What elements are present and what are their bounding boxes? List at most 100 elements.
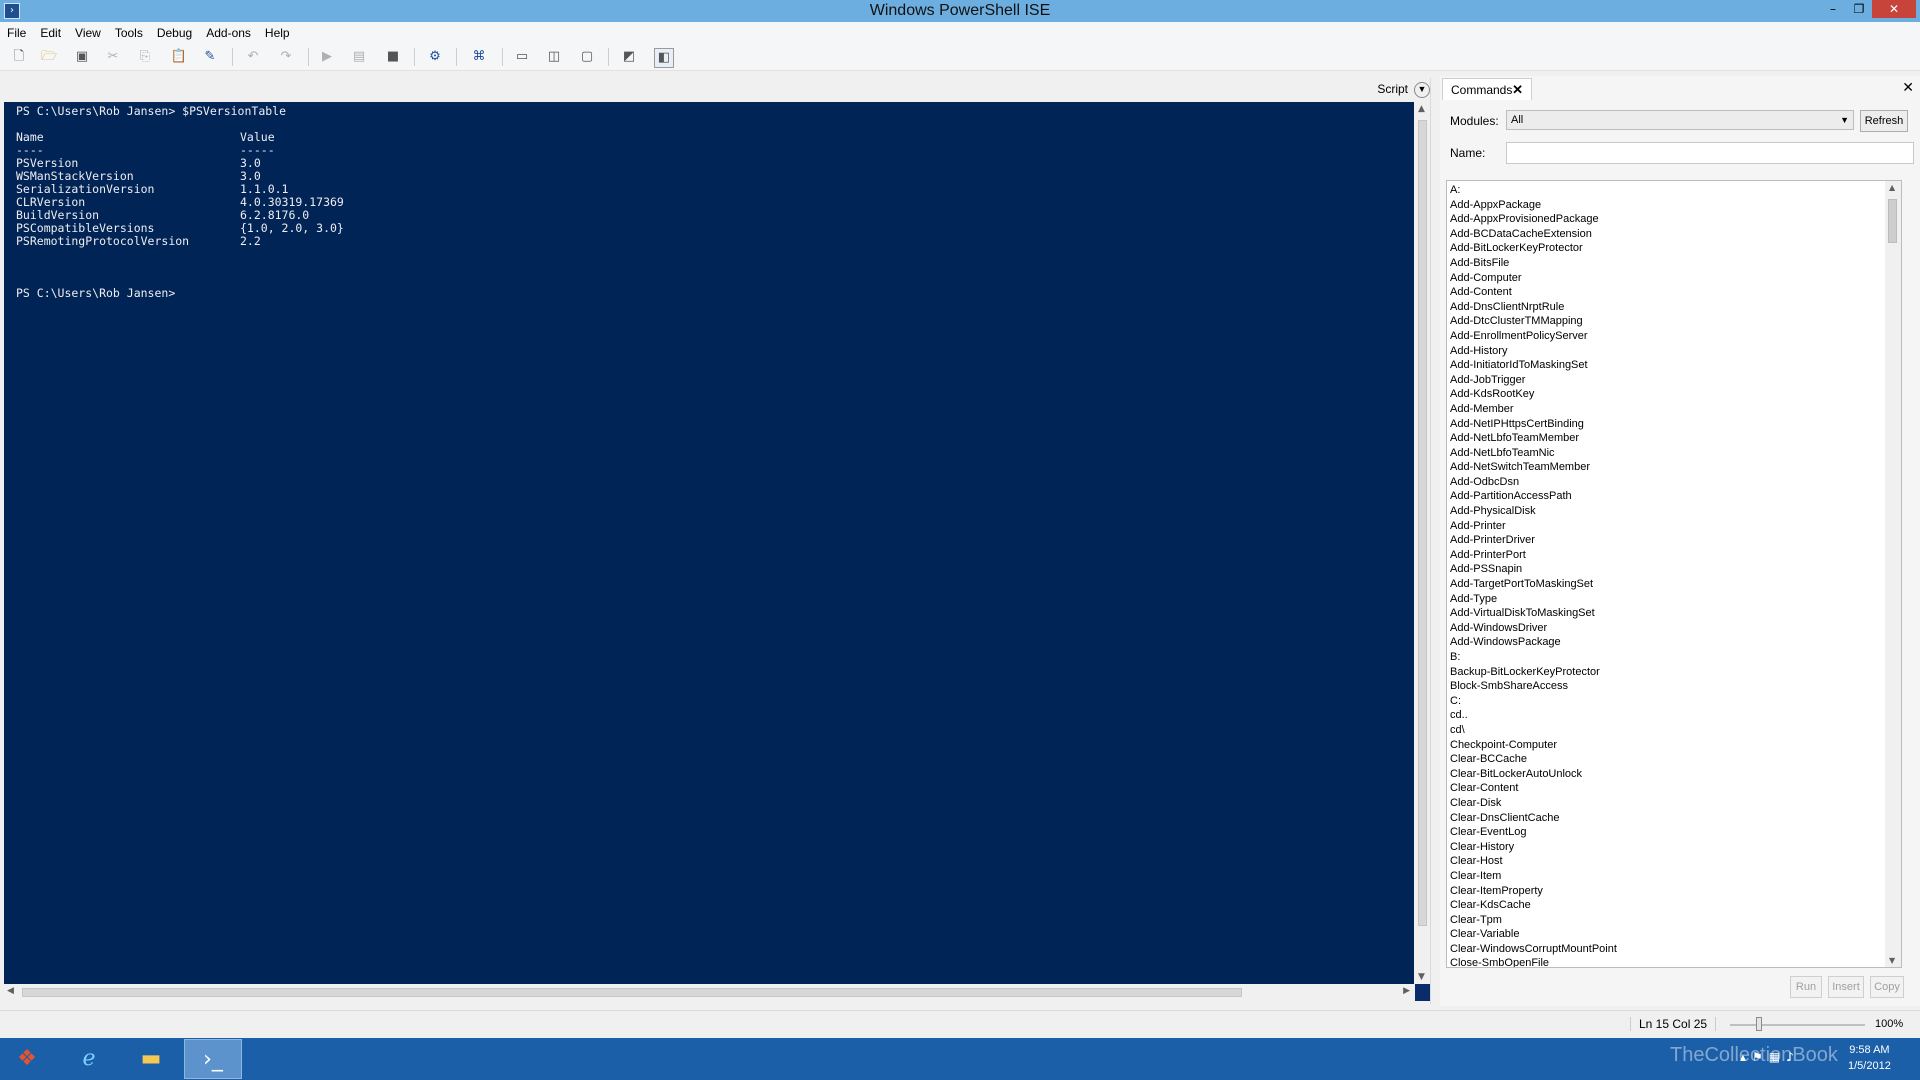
list-item[interactable]: Add-PartitionAccessPath — [1450, 489, 1617, 504]
list-item[interactable]: Clear-KdsCache — [1450, 898, 1617, 913]
start-button[interactable]: ❖ — [0, 1039, 54, 1079]
list-item[interactable]: Add-PhysicalDisk — [1450, 504, 1617, 519]
scroll-thumb[interactable] — [1888, 199, 1897, 243]
volume-icon[interactable]: ♪ — [1786, 1050, 1800, 1064]
list-item[interactable]: Add-Member — [1450, 402, 1617, 417]
list-item[interactable]: A: — [1450, 183, 1617, 198]
command-list[interactable]: A: Add-AppxPackage Add-AppxProvisionedPack… — [1446, 180, 1902, 968]
copy-icon[interactable]: ⎘ — [136, 48, 154, 66]
close-icon[interactable]: ✕ — [1512, 79, 1523, 101]
cut-icon[interactable]: ✂ — [104, 48, 122, 66]
redo-icon[interactable]: ↷ — [277, 48, 295, 66]
list-item[interactable]: Add-WindowsDriver — [1450, 621, 1617, 636]
layout-right-icon[interactable]: ◫ — [545, 48, 563, 66]
paste-icon[interactable]: 📋 — [170, 48, 188, 66]
clock[interactable]: 9:58 AM 1/5/2012 — [1848, 1042, 1891, 1074]
list-item[interactable]: Clear-Disk — [1450, 796, 1617, 811]
run-selection-icon[interactable]: ▤ — [350, 48, 368, 66]
scroll-thumb[interactable] — [1418, 120, 1427, 926]
list-item[interactable]: Add-AppxPackage — [1450, 198, 1617, 213]
console-output[interactable]: PS C:\Users\Rob Jansen> $PSVersionTable … — [4, 102, 1414, 984]
list-item[interactable]: Add-NetIPHttpsCertBinding — [1450, 417, 1617, 432]
remote-icon[interactable]: ⚙ — [426, 48, 444, 66]
run-button[interactable]: Run — [1790, 976, 1822, 998]
list-item[interactable]: cd.. — [1450, 708, 1617, 723]
list-item[interactable]: Add-BitsFile — [1450, 256, 1617, 271]
list-item[interactable]: cd\ — [1450, 723, 1617, 738]
copy-button[interactable]: Copy — [1870, 976, 1904, 998]
list-item[interactable]: Add-NetLbfoTeamNic — [1450, 446, 1617, 461]
list-item[interactable]: Add-Printer — [1450, 519, 1617, 534]
list-item[interactable]: Add-VirtualDiskToMaskingSet — [1450, 606, 1617, 621]
close-icon[interactable]: ✕ — [1902, 80, 1914, 96]
scroll-left-icon[interactable]: ◀ — [7, 986, 14, 996]
chevron-up-icon[interactable]: ▴ — [1740, 1050, 1752, 1064]
menu-edit[interactable]: Edit — [33, 22, 68, 44]
save-icon[interactable]: ▣ — [73, 48, 91, 66]
list-item[interactable]: Add-PrinterDriver — [1450, 533, 1617, 548]
command-list-scrollbar[interactable]: ▲ ▼ — [1885, 181, 1901, 967]
scroll-down-icon[interactable]: ▼ — [1889, 956, 1895, 965]
script-toggle[interactable]: Script ▼ — [1377, 78, 1430, 100]
list-item[interactable]: Clear-BitLockerAutoUnlock — [1450, 767, 1617, 782]
list-item[interactable]: Add-OdbcDsn — [1450, 475, 1617, 490]
menu-view[interactable]: View — [68, 22, 108, 44]
close-button[interactable]: ✕ — [1872, 0, 1916, 18]
clear-console-icon[interactable]: ✎ — [201, 48, 219, 66]
list-item[interactable]: Clear-Content — [1450, 781, 1617, 796]
refresh-button[interactable]: Refresh — [1860, 110, 1908, 132]
list-item[interactable]: Clear-DnsClientCache — [1450, 811, 1617, 826]
list-item[interactable]: Add-TargetPortToMaskingSet — [1450, 577, 1617, 592]
undo-icon[interactable]: ↶ — [244, 48, 262, 66]
list-item[interactable]: Add-PrinterPort — [1450, 548, 1617, 563]
list-item[interactable]: Add-WindowsPackage — [1450, 635, 1617, 650]
command-addon-icon[interactable]: ◧ — [654, 48, 674, 68]
list-item[interactable]: Add-NetSwitchTeamMember — [1450, 460, 1617, 475]
menu-file[interactable]: File — [0, 22, 33, 44]
menu-addons[interactable]: Add-ons — [199, 22, 258, 44]
menu-debug[interactable]: Debug — [150, 22, 199, 44]
list-item[interactable]: Add-InitiatorIdToMaskingSet — [1450, 358, 1617, 373]
list-item[interactable]: Block-SmbShareAccess — [1450, 679, 1617, 694]
zoom-slider-thumb[interactable] — [1755, 1017, 1762, 1031]
restore-button[interactable]: ❐ — [1846, 0, 1872, 18]
console-vertical-scrollbar[interactable]: ▲ ▼ — [1415, 102, 1430, 984]
list-item[interactable]: Add-History — [1450, 344, 1617, 359]
name-input[interactable] — [1506, 142, 1914, 164]
console-horizontal-scrollbar[interactable]: ◀ ▶ — [4, 984, 1414, 1001]
list-item[interactable]: Clear-Host — [1450, 854, 1617, 869]
new-icon[interactable]: 🗋 — [10, 48, 28, 66]
list-item[interactable]: Add-Computer — [1450, 271, 1617, 286]
list-item[interactable]: Clear-Variable — [1450, 927, 1617, 942]
list-item[interactable]: Add-Content — [1450, 285, 1617, 300]
flag-icon[interactable]: ⚑ — [1752, 1050, 1769, 1064]
list-item[interactable]: Add-DtcClusterTMMapping — [1450, 314, 1617, 329]
list-item[interactable]: Clear-Item — [1450, 869, 1617, 884]
insert-button[interactable]: Insert — [1828, 976, 1864, 998]
scroll-up-icon[interactable]: ▲ — [1418, 104, 1425, 114]
list-item[interactable]: Add-AppxProvisionedPackage — [1450, 212, 1617, 227]
list-item[interactable]: Clear-BCCache — [1450, 752, 1617, 767]
list-item[interactable]: C: — [1450, 694, 1617, 709]
list-item[interactable]: Add-BitLockerKeyProtector — [1450, 241, 1617, 256]
zoom-slider[interactable] — [1730, 1024, 1865, 1026]
list-item[interactable]: Backup-BitLockerKeyProtector — [1450, 665, 1617, 680]
layout-max-icon[interactable]: ▢ — [578, 48, 596, 66]
list-item[interactable]: Close-SmbOpenFile — [1450, 956, 1617, 967]
list-item[interactable]: Clear-ItemProperty — [1450, 884, 1617, 899]
taskbar-file-explorer[interactable]: ▬ — [122, 1039, 180, 1079]
taskbar-powershell-ise[interactable]: ›_ — [184, 1039, 242, 1079]
script-pane-icon[interactable]: ◩ — [620, 48, 638, 66]
list-item[interactable]: Add-BCDataCacheExtension — [1450, 227, 1617, 242]
open-icon[interactable]: 🗁 — [40, 48, 58, 66]
menu-help[interactable]: Help — [258, 22, 297, 44]
list-item[interactable]: Add-NetLbfoTeamMember — [1450, 431, 1617, 446]
list-item[interactable]: Add-DnsClientNrptRule — [1450, 300, 1617, 315]
list-item[interactable]: Clear-WindowsCorruptMountPoint — [1450, 942, 1617, 957]
scroll-down-icon[interactable]: ▼ — [1418, 972, 1425, 982]
taskbar-internet-explorer[interactable]: ℯ — [60, 1039, 118, 1079]
list-item[interactable]: Add-JobTrigger — [1450, 373, 1617, 388]
list-item[interactable]: Add-KdsRootKey — [1450, 387, 1617, 402]
list-item[interactable]: Clear-EventLog — [1450, 825, 1617, 840]
list-item[interactable]: Clear-Tpm — [1450, 913, 1617, 928]
